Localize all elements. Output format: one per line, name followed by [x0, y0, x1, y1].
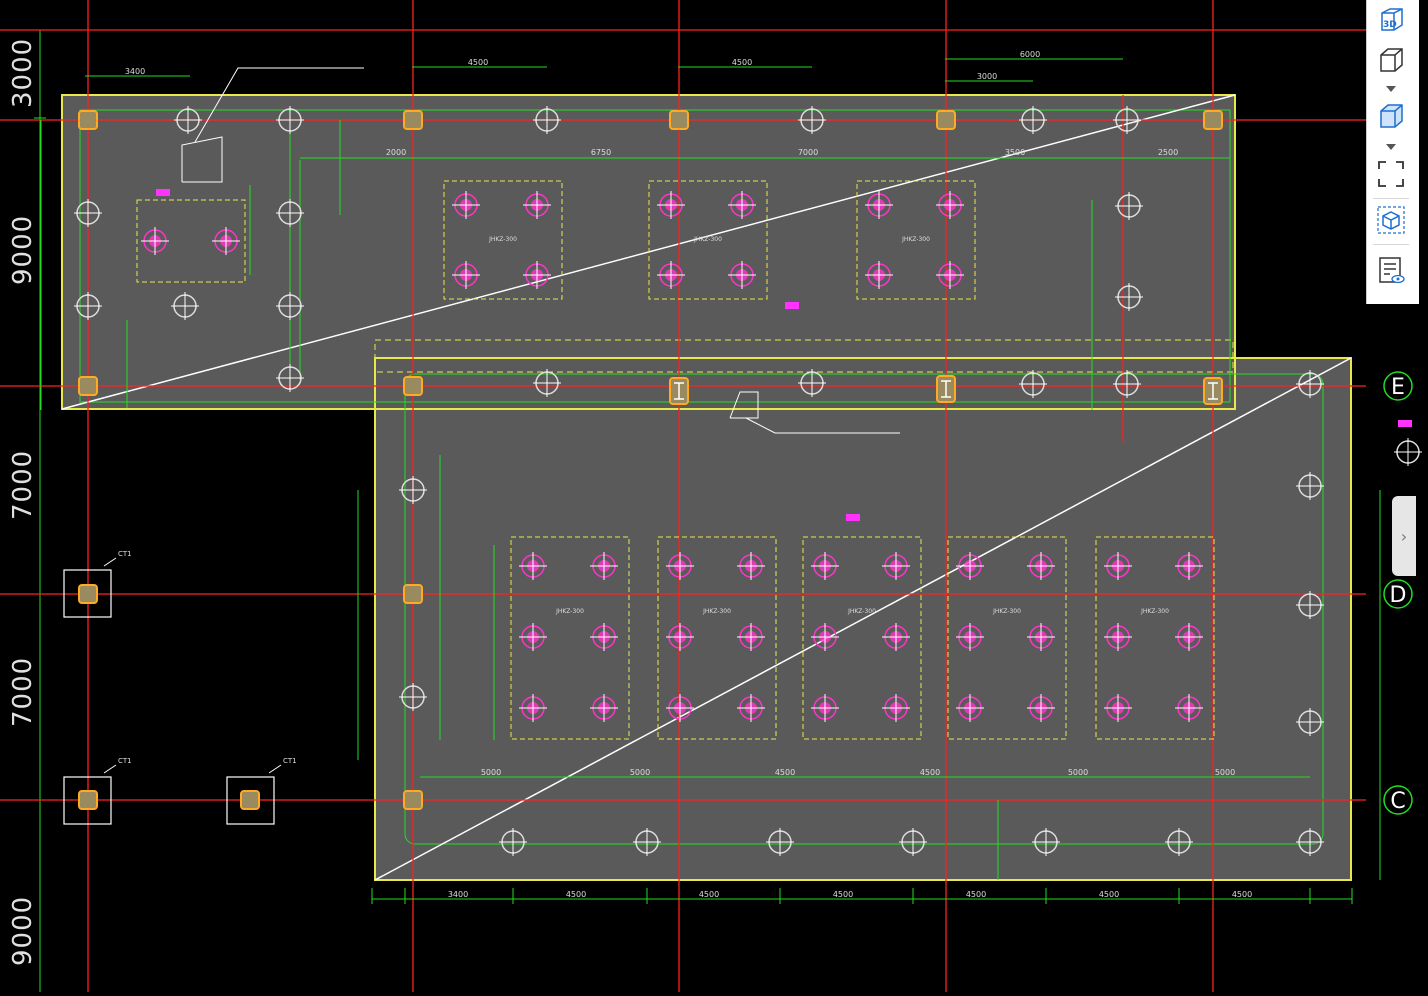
dimension-text: 4500 [699, 890, 719, 899]
dimension-text: 4500 [566, 890, 586, 899]
dimension-text: 4500 [833, 890, 853, 899]
section-box-icon [1377, 206, 1405, 234]
box-solid-view-icon [1380, 104, 1403, 128]
column-body [78, 376, 98, 396]
column [78, 790, 98, 810]
dimension-text: 4500 [1099, 890, 1119, 899]
box-solid-dropdown-arrow[interactable] [1386, 144, 1396, 150]
box-view-button[interactable] [1373, 42, 1409, 78]
box-solid-view-button[interactable] [1373, 98, 1409, 134]
view-3d-button[interactable]: 3D [1373, 2, 1409, 38]
column [240, 790, 260, 810]
magenta-tag [156, 189, 170, 196]
dimension-text: 3400 [125, 67, 145, 76]
dimension-text: 4500 [920, 768, 940, 777]
column-body [403, 790, 423, 810]
toolbar-separator [1373, 198, 1409, 199]
view-3d-icon: 3D [1381, 8, 1403, 31]
pile-group-label: JHKZ-300 [901, 236, 930, 243]
left-dim-label: 9000 [8, 895, 38, 966]
drawing-svg: 3400 4500 4500 6000 3000 2000 6750 7000 3500 2500… [0, 0, 1422, 992]
pile-group-label: JHKZ-300 [488, 236, 517, 243]
dimension-text: 6000 [1020, 50, 1040, 59]
column [403, 110, 423, 130]
column [78, 584, 98, 604]
dimension-text: 6750 [591, 148, 611, 157]
column-body [403, 376, 423, 396]
column-body [240, 790, 260, 810]
column-body [1203, 110, 1223, 130]
properties-view-button[interactable] [1373, 252, 1409, 288]
magenta-tag [785, 302, 799, 309]
toolbar-separator [1373, 244, 1409, 245]
dimension-text: 4500 [1232, 890, 1252, 899]
column [936, 110, 956, 130]
column-label-leader [103, 557, 117, 567]
dimension-text: 2000 [386, 148, 406, 157]
column-label: CT1 [118, 757, 132, 765]
dimension-text: 4500 [775, 768, 795, 777]
pile-group-label: JHKZ-300 [555, 608, 584, 615]
column-label: CT1 [118, 550, 132, 558]
svg-text:3D: 3D [1383, 20, 1397, 30]
column-label: CT1 [283, 757, 297, 765]
axis-bubble-label: D [1390, 583, 1407, 608]
view-toolbar: 3D [1366, 0, 1419, 304]
pile-group-label: JHKZ-300 [847, 608, 876, 615]
column-body [78, 110, 98, 130]
dimension-text: 3400 [448, 890, 468, 899]
column-body [669, 110, 689, 130]
column-body [78, 790, 98, 810]
box-view-icon [1380, 48, 1403, 72]
box-view-dropdown-arrow[interactable] [1386, 86, 1396, 92]
chevron-right-icon: › [1400, 526, 1408, 546]
dimension-text: 7000 [798, 148, 818, 157]
axis-bubble-label: C [1390, 789, 1405, 814]
dimension-text: 5000 [481, 768, 501, 777]
column-body [936, 110, 956, 130]
pile-group-label: JHKZ-300 [1140, 608, 1169, 615]
magenta-tag [1398, 420, 1412, 427]
dimension-text: 5000 [1215, 768, 1235, 777]
dimension-text: 4500 [468, 58, 488, 67]
dimension-text: 4500 [966, 890, 986, 899]
column [669, 110, 689, 130]
dimension-text: 3500 [1005, 148, 1025, 157]
column [78, 376, 98, 396]
column [1203, 110, 1223, 130]
column [669, 377, 689, 405]
pile-group-label: JHKZ-300 [992, 608, 1021, 615]
column [936, 375, 956, 403]
axis-bubble-label: E [1391, 375, 1405, 400]
left-dim-label: 3000 [8, 37, 38, 108]
column [403, 584, 423, 604]
fit-extents-button[interactable] [1373, 156, 1409, 192]
column-body [403, 110, 423, 130]
column-label-leader [103, 764, 117, 774]
fit-extents-icon [1378, 161, 1404, 187]
column-body [403, 584, 423, 604]
dimension-text: 5000 [630, 768, 650, 777]
pile-group-label: JHKZ-300 [693, 236, 722, 243]
column [1203, 377, 1223, 405]
pile [1394, 438, 1422, 466]
dimension-text: 4500 [732, 58, 752, 67]
section-box-button[interactable] [1373, 202, 1409, 238]
dimension-text: 2500 [1158, 148, 1178, 157]
dimension-text: 3000 [977, 72, 997, 81]
magenta-tag [846, 514, 860, 521]
column [78, 110, 98, 130]
column [403, 376, 423, 396]
column-label-leader [268, 764, 282, 774]
column-body [78, 584, 98, 604]
properties-view-icon [1379, 257, 1405, 284]
pile-group-label: JHKZ-300 [702, 608, 731, 615]
expand-panel-tab[interactable]: › [1392, 496, 1416, 576]
left-dim-label: 7000 [8, 449, 38, 520]
left-dim-label: 9000 [8, 214, 38, 285]
column [403, 790, 423, 810]
cad-canvas[interactable]: 3400 4500 4500 6000 3000 2000 6750 7000 3500 2500… [0, 0, 1428, 992]
left-dim-label: 7000 [8, 656, 38, 727]
dimension-text: 5000 [1068, 768, 1088, 777]
